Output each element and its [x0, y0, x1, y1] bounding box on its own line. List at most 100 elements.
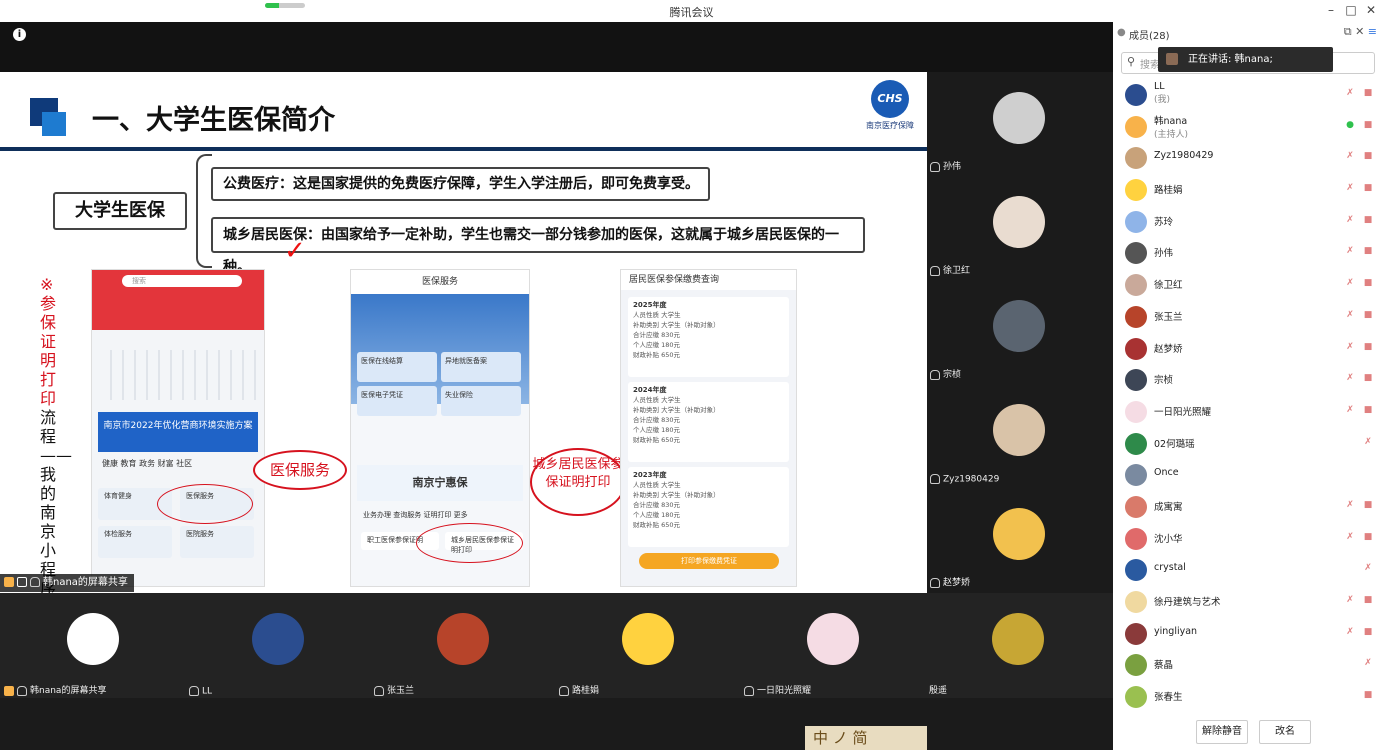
member-name: Zyz1980429 — [1154, 150, 1214, 162]
camera-off-icon[interactable]: ■ — [1363, 627, 1373, 637]
member-name: 张春生 — [1154, 692, 1183, 704]
mic-muted-icon[interactable]: ✗ — [1363, 437, 1373, 447]
minimize-icon[interactable]: – — [1322, 3, 1340, 17]
popout-icon[interactable]: ⧉ — [1344, 25, 1352, 38]
title-bar: 腾讯会议 – □ ✕ — [0, 0, 1383, 22]
user-icon — [4, 577, 14, 587]
member-row[interactable]: 沈小华 ✗ ■ — [1113, 522, 1383, 554]
mic-muted-icon[interactable]: ✗ — [1345, 279, 1355, 288]
camera-off-icon[interactable]: ■ — [1363, 152, 1373, 161]
mic-muted-icon[interactable]: ✗ — [1363, 659, 1373, 668]
speaking-text: 正在讲话: 韩nana; — [1188, 54, 1273, 65]
mic-muted-icon[interactable]: ✗ — [1345, 405, 1355, 415]
member-row[interactable]: LL (我) ✗ ■ — [1113, 78, 1383, 110]
member-row[interactable]: 张玉兰 ✗ ■ — [1113, 300, 1383, 332]
panel-title: 成员(28) — [1129, 31, 1170, 42]
year-card: 2024年度 人员性质 大学生 补助类别 大学生（补助对象） 合计应缴 830元… — [628, 382, 789, 462]
mic-muted-icon[interactable]: ✗ — [1345, 247, 1355, 256]
mic-muted-icon[interactable]: ✗ — [1345, 152, 1355, 161]
mic-muted-icon[interactable]: ✗ — [1345, 374, 1355, 383]
year-row: 财政补贴 650元 — [633, 436, 680, 444]
member-row[interactable]: 徐卫红 ✗ ■ — [1113, 268, 1383, 300]
camera-off-icon[interactable]: ■ — [1363, 247, 1373, 256]
member-row[interactable]: 赵梦娇 ✗ ■ — [1113, 332, 1383, 364]
mic-muted-icon[interactable]: ✗ — [1345, 342, 1355, 352]
member-name: 张玉兰 — [1154, 311, 1183, 323]
member-row[interactable]: Zyz1980429 ✗ ■ — [1113, 141, 1383, 173]
panel-close-icon[interactable]: ✕ — [1355, 25, 1364, 38]
member-row[interactable]: yingliyan ✗ ■ — [1113, 617, 1383, 649]
camera-off-icon[interactable]: ■ — [1363, 310, 1373, 320]
mic-muted-icon[interactable]: ✗ — [1345, 596, 1355, 605]
avatar — [252, 613, 304, 665]
member-row[interactable]: 成寓寓 ✗ ■ — [1113, 490, 1383, 522]
camera-off-icon[interactable]: ■ — [1363, 596, 1373, 605]
mic-muted-icon[interactable]: ✗ — [1345, 627, 1355, 637]
top-bar: i — [0, 22, 1113, 72]
camera-off-icon[interactable]: ■ — [1363, 374, 1373, 383]
video-tile[interactable]: 韩nana的屏幕共享 — [0, 593, 185, 698]
video-tile[interactable]: LL — [185, 593, 370, 698]
mic-muted-icon[interactable]: ✗ — [1345, 89, 1355, 98]
member-row[interactable]: 02何璐瑶 ✗ — [1113, 427, 1383, 459]
camera-off-icon[interactable]: ■ — [1363, 500, 1373, 510]
mic-muted-icon[interactable]: ✗ — [1345, 532, 1355, 542]
restore-icon[interactable]: □ — [1342, 3, 1360, 17]
close-icon[interactable]: ✕ — [1362, 3, 1380, 17]
video-tile[interactable]: 张玉兰 — [370, 593, 555, 698]
member-row[interactable]: 一日阳光照耀 ✗ ■ — [1113, 395, 1383, 427]
member-row[interactable]: 徐丹建筑与艺术 ✗ ■ — [1113, 585, 1383, 617]
info-icon[interactable]: i — [13, 28, 26, 41]
video-tile[interactable]: 宗桢 — [928, 280, 1113, 384]
tile-name: 韩nana的屏幕共享 — [4, 683, 106, 696]
camera-off-icon[interactable]: ■ — [1363, 342, 1373, 352]
member-row[interactable]: 宗桢 ✗ ■ — [1113, 363, 1383, 395]
avatar — [993, 404, 1045, 456]
year-row: 财政补贴 650元 — [633, 351, 680, 359]
camera-off-icon[interactable]: ■ — [1363, 89, 1373, 98]
camera-off-icon[interactable]: ■ — [1363, 184, 1373, 193]
video-tile[interactable]: Zyz1980429 — [928, 384, 1113, 488]
vertical-title-black: 流程——我的南京小程序 — [40, 408, 72, 593]
camera-off-icon[interactable]: ■ — [1363, 691, 1373, 700]
camera-off-icon[interactable]: ■ — [1363, 405, 1373, 415]
video-tile[interactable]: 徐卫红 — [928, 176, 1113, 280]
video-tile[interactable]: 路桂娟 — [555, 593, 740, 698]
mic-muted-icon[interactable]: ✗ — [1363, 564, 1373, 573]
avatar — [1125, 654, 1147, 677]
member-row[interactable]: 孙伟 ✗ ■ — [1113, 236, 1383, 268]
member-row[interactable]: 蔡晶 ✗ — [1113, 648, 1383, 680]
member-row[interactable]: Once — [1113, 458, 1383, 490]
member-name: 路桂娟 — [1154, 185, 1183, 197]
mic-on-icon[interactable]: ● — [1345, 120, 1355, 130]
mic-muted-icon[interactable]: ✗ — [1345, 215, 1355, 225]
member-row[interactable]: 苏玲 ✗ ■ — [1113, 205, 1383, 237]
camera-off-icon[interactable]: ■ — [1363, 279, 1373, 288]
member-row[interactable]: 路桂娟 ✗ ■ — [1113, 173, 1383, 205]
video-tile[interactable]: 殷遥 — [925, 593, 1110, 698]
mic-icon — [930, 161, 940, 172]
user-icon — [4, 685, 14, 696]
mic-muted-icon[interactable]: ✗ — [1345, 184, 1355, 193]
video-tile[interactable]: 赵梦娇 — [928, 488, 1113, 592]
year-row: 合计应缴 830元 — [633, 331, 680, 339]
camera-off-icon[interactable]: ■ — [1363, 215, 1373, 225]
app-header: 搜索 — [92, 270, 264, 330]
tile-name: 孙伟 — [930, 159, 961, 172]
unmute-button[interactable]: 解除静音 — [1196, 720, 1248, 744]
rename-button[interactable]: 改名 — [1259, 720, 1311, 744]
avatar — [1125, 559, 1147, 582]
mic-muted-icon[interactable]: ✗ — [1345, 500, 1355, 510]
member-row[interactable]: crystal ✗ — [1113, 553, 1383, 585]
screen-icon — [17, 577, 27, 587]
video-tile[interactable]: 一日阳光照耀 — [740, 593, 925, 698]
member-row[interactable]: 张春生 ■ — [1113, 680, 1383, 712]
video-tile[interactable]: 孙伟 — [928, 72, 1113, 176]
member-row[interactable]: 韩nana (主持人) ● ■ — [1113, 110, 1383, 142]
camera-off-icon[interactable]: ■ — [1363, 120, 1373, 130]
camera-off-icon[interactable]: ■ — [1363, 532, 1373, 542]
member-name: 孙伟 — [1154, 248, 1174, 260]
member-list: LL (我) ✗ ■ 韩nana (主持人) ● ■ Zyz1980429 ✗ ■ 路桂娟 ✗ ■ … — [1113, 78, 1383, 712]
mic-muted-icon[interactable]: ✗ — [1345, 310, 1355, 320]
menu-icon[interactable]: ≡ — [1368, 25, 1377, 38]
